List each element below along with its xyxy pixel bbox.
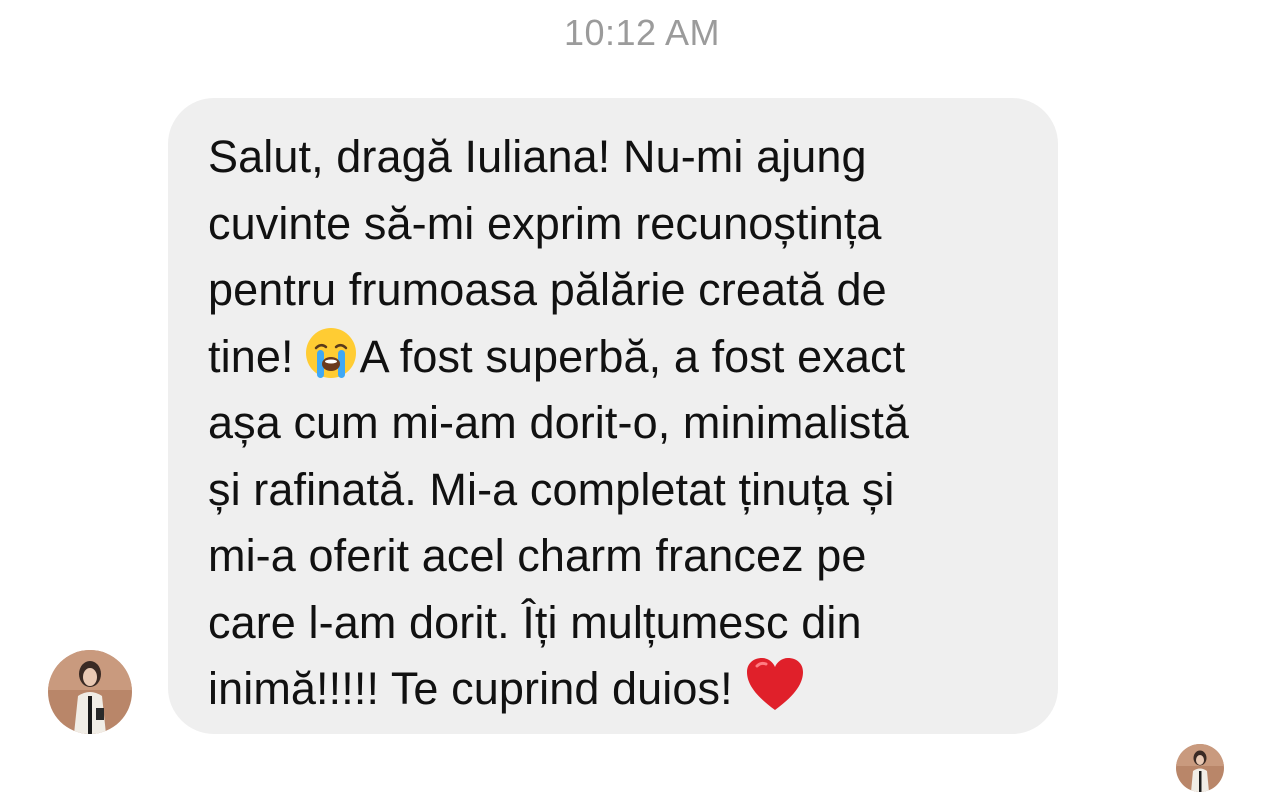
read-receipt-avatar	[1176, 744, 1224, 792]
message-line: Salut, dragă Iuliana! Nu-mi ajung	[208, 131, 867, 182]
message-line-with-emoji: tine! A fost superbă, a fost exact	[208, 324, 1028, 391]
message-line-with-emoji: inimă!!!!! Te cuprind duios!	[208, 656, 1028, 723]
avatar-photo-icon	[48, 650, 132, 734]
message-line: și rafinată. Mi-a completat ținuța și	[208, 463, 895, 515]
message-line-segment: inimă!!!!! Te cuprind duios!	[208, 663, 733, 714]
message-bubble[interactable]: Salut, dragă Iuliana! Nu-mi ajung cuvint…	[168, 98, 1058, 734]
message-line: care l-am dorit. Îți mulțumesc din	[208, 596, 862, 648]
message-timestamp: 10:12 AM	[563, 12, 721, 53]
sender-avatar[interactable]	[48, 650, 132, 734]
loudly-crying-face-icon	[304, 326, 358, 380]
message-line-segment: tine!	[208, 330, 294, 382]
message-text: Salut, dragă Iuliana! Nu-mi ajung cuvint…	[208, 124, 1028, 723]
message-line: așa cum mi-am dorit-o, minimalistă	[208, 397, 910, 448]
message-line-segment: A fost superbă, a fost exact	[359, 330, 906, 382]
message-line: cuvinte să-mi exprim recunoștința	[208, 197, 882, 249]
avatar-photo-icon	[1176, 744, 1224, 792]
message-line: mi-a oferit acel charm francez pe	[208, 530, 867, 581]
red-heart-icon	[745, 656, 805, 712]
message-line: pentru frumoasa pălărie creată de	[208, 264, 887, 315]
